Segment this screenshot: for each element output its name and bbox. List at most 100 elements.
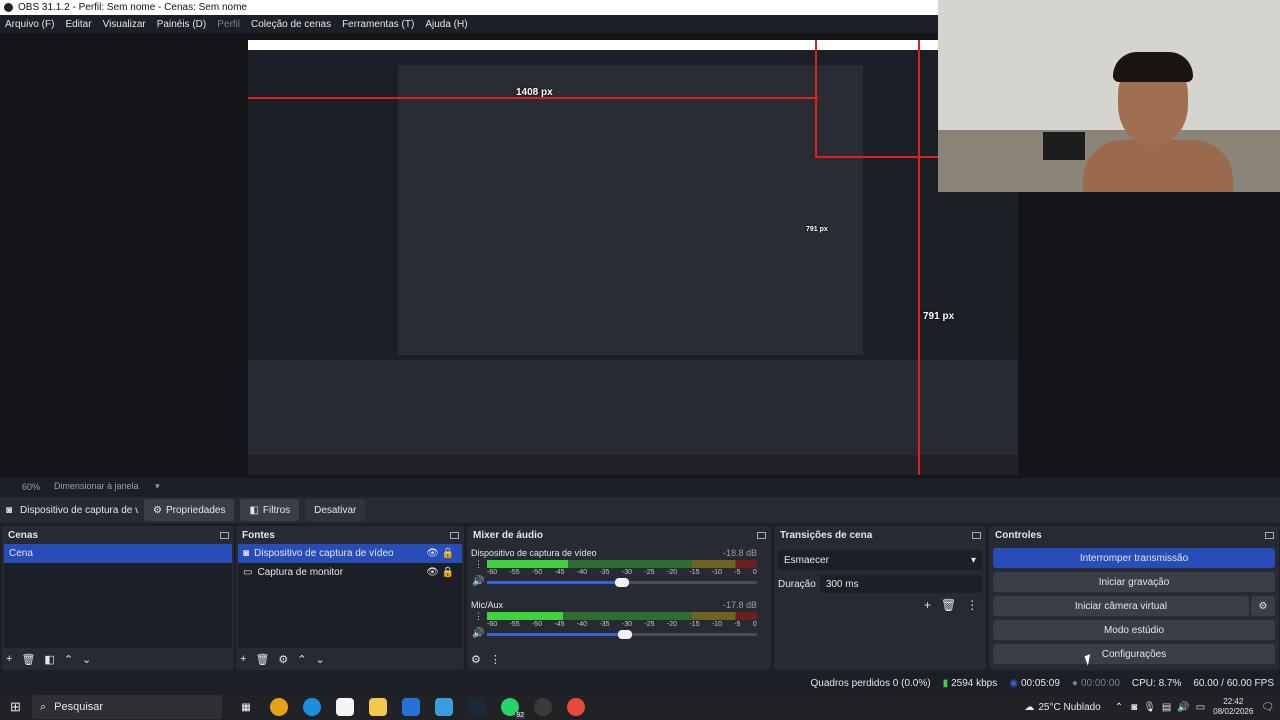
volume-knob[interactable]	[615, 578, 629, 587]
start-virtual-camera-button[interactable]: Iniciar câmera virtual	[993, 596, 1249, 616]
stop-streaming-button[interactable]: Interromper transmissão	[993, 548, 1275, 568]
menu-paineis[interactable]: Painéis (D)	[157, 19, 206, 30]
settings-button[interactable]: Configurações	[993, 644, 1275, 664]
source-item[interactable]: ◙ Dispositivo de captura de vídeo 👁 🔒	[238, 544, 462, 563]
outlook-icon[interactable]	[402, 698, 420, 716]
scale-tick: -40	[576, 621, 588, 628]
volume-knob[interactable]	[617, 630, 632, 639]
channel-db: -17.8 dB	[722, 600, 757, 610]
filter-icon[interactable]: ◧	[44, 653, 54, 666]
lock-icon[interactable]: 🔒	[442, 548, 454, 559]
studio-mode-button[interactable]: Modo estúdio	[993, 620, 1275, 640]
eye-icon[interactable]: 👁	[426, 567, 439, 578]
add-icon[interactable]: +	[240, 653, 246, 665]
eye-icon[interactable]: 👁	[426, 548, 439, 559]
record-icon: ●	[1071, 677, 1078, 689]
trash-icon[interactable]: 🗑	[21, 653, 35, 666]
undock-icon[interactable]	[757, 531, 766, 539]
volume-slider[interactable]	[487, 630, 757, 639]
mixer-title: Mixer de áudio	[473, 529, 544, 541]
menu-visualizar[interactable]: Visualizar	[103, 19, 146, 30]
cpu-usage: CPU: 8.7%	[1131, 677, 1182, 689]
task-view-icon[interactable]: ▦	[237, 698, 255, 716]
camera-tray-icon[interactable]: ◙	[1131, 702, 1137, 713]
volume-icon[interactable]: 🔊	[1177, 702, 1189, 713]
kebab-icon[interactable]: ⋮	[966, 598, 978, 612]
nested-docks	[248, 360, 1018, 455]
undock-icon[interactable]	[1265, 531, 1274, 539]
clock[interactable]: 22:42 08/02/2026	[1213, 697, 1253, 717]
virtual-camera-settings-button[interactable]: ⚙	[1251, 596, 1275, 616]
weather-text[interactable]: 25°C Nublado	[1038, 702, 1100, 713]
battery-icon[interactable]: ▭	[1196, 702, 1205, 713]
kebab-icon[interactable]: ⋮	[474, 559, 483, 570]
taskbar-search[interactable]: ⌕ Pesquisar	[32, 695, 222, 719]
controls-dock: Controles Interromper transmissão Inicia…	[989, 526, 1279, 670]
trash-icon[interactable]: 🗑	[255, 653, 269, 666]
duration-input[interactable]: 300 ms	[819, 575, 982, 593]
menu-editar[interactable]: Editar	[65, 19, 91, 30]
menu-ferramentas[interactable]: Ferramentas (T)	[342, 19, 414, 30]
zoom-level[interactable]: 60%	[22, 482, 40, 492]
whatsapp-icon[interactable]: 92	[501, 698, 525, 719]
add-icon[interactable]: +	[6, 653, 12, 665]
gear-icon[interactable]: ⚙	[278, 653, 288, 666]
height-label-nested: 791 px	[806, 226, 828, 233]
webcam-feed[interactable]	[938, 0, 1280, 192]
start-recording-button[interactable]: Iniciar gravação	[993, 572, 1275, 592]
chrome-profile-icon[interactable]	[567, 698, 585, 716]
kebab-icon[interactable]: ⋮	[490, 653, 501, 666]
mixer-toolbar: ⚙ ⋮	[471, 651, 510, 667]
meter-level	[487, 612, 563, 620]
scene-item[interactable]: Cena	[4, 544, 232, 563]
scale-tick: -15	[689, 569, 700, 576]
volume-slider[interactable]	[487, 578, 757, 587]
network-icon[interactable]: ▤	[1162, 702, 1171, 713]
menu-arquivo[interactable]: Arquivo (F)	[5, 19, 54, 30]
preview-canvas[interactable]	[248, 40, 1018, 475]
menu-ajuda[interactable]: Ajuda (H)	[425, 19, 467, 30]
chevron-down-icon[interactable]: ⌄	[316, 653, 325, 666]
channel-db: -18.8 dB	[722, 548, 757, 558]
scale-tick: -5	[734, 569, 741, 576]
menu-perfil[interactable]: Perfil	[217, 19, 240, 30]
notification-icon[interactable]: 🗨	[1261, 702, 1274, 713]
advanced-audio-icon[interactable]: ⚙	[471, 653, 481, 666]
selection-border-left	[815, 40, 817, 158]
transitions-title: Transições de cena	[780, 529, 873, 541]
scenes-dock: Cenas Cena + 🗑 ◧ ⌃ ⌄	[2, 526, 234, 670]
resize-dropdown[interactable]: Dimensionar à janela ▾	[54, 481, 160, 492]
meter-scale: -60 -55 -50 -45 -40 -35 -30 -25 -20 -15 -10 -5 0	[487, 621, 757, 628]
undock-icon[interactable]	[220, 531, 229, 539]
undock-icon[interactable]	[972, 531, 981, 539]
properties-button[interactable]: ⚙ Propriedades	[144, 499, 235, 521]
chevron-down-icon[interactable]: ⌄	[82, 653, 91, 666]
speaker-icon[interactable]: 🔊	[472, 576, 484, 587]
speaker-icon[interactable]: 🔊	[472, 628, 484, 639]
status-bar: Quadros perdidos 0 (0.0%) ▮ 2594 kbps ◉ …	[0, 673, 1280, 693]
edge-icon[interactable]	[303, 698, 321, 716]
transition-select[interactable]: Esmaecer ▾	[778, 550, 982, 570]
nested-preview	[398, 65, 863, 355]
chevron-up-icon[interactable]: ⌃	[297, 653, 306, 666]
obs-icon[interactable]	[534, 698, 552, 716]
filters-button[interactable]: ◧ Filtros	[240, 499, 300, 521]
chevron-up-icon[interactable]: ⌃	[1115, 702, 1123, 713]
add-icon[interactable]: +	[924, 598, 931, 612]
mic-icon[interactable]: 🎙	[1143, 702, 1156, 713]
kebab-icon[interactable]: ⋮	[474, 611, 483, 622]
store-icon[interactable]	[336, 698, 354, 716]
steam-icon[interactable]	[468, 698, 486, 716]
menu-colecao-cenas[interactable]: Coleção de cenas	[251, 19, 331, 30]
app-icon[interactable]	[435, 698, 453, 716]
mixer-channel: Dispositivo de captura de vídeo -18.8 dB…	[471, 548, 757, 598]
source-item[interactable]: ▭ Captura de monitor 👁 🔒	[238, 563, 462, 582]
deactivate-button[interactable]: Desativar	[305, 499, 366, 521]
chevron-up-icon[interactable]: ⌃	[64, 653, 73, 666]
trash-icon[interactable]: 🗑	[941, 598, 956, 612]
lock-icon[interactable]: 🔒	[442, 567, 454, 578]
chrome-icon[interactable]	[270, 698, 288, 716]
file-explorer-icon[interactable]	[369, 698, 387, 716]
undock-icon[interactable]	[450, 531, 459, 539]
windows-start-icon[interactable]: ⊞	[10, 699, 21, 715]
